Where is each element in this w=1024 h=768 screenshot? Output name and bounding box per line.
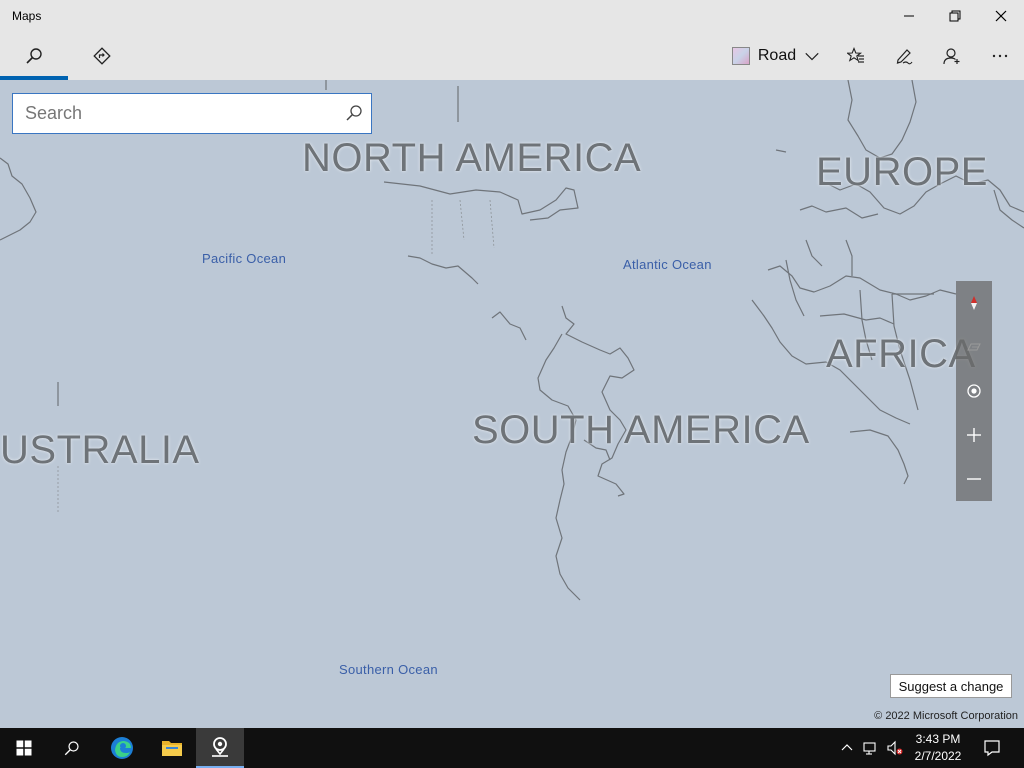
zoom-out-button[interactable] bbox=[956, 457, 992, 501]
favorites-icon bbox=[847, 47, 864, 63]
label-north-america: NORTH AMERICA bbox=[302, 136, 642, 180]
toolbar: Road bbox=[0, 34, 1024, 80]
volume-muted-icon bbox=[887, 740, 903, 756]
map-style-label: Road bbox=[757, 47, 797, 64]
taskbar-search-button[interactable] bbox=[48, 728, 96, 768]
label-south-america: SOUTH AMERICA bbox=[472, 408, 810, 452]
more-icon bbox=[992, 54, 1008, 58]
account-button[interactable] bbox=[928, 34, 976, 78]
ink-button[interactable] bbox=[880, 34, 928, 78]
copyright-text: © 2022 Microsoft Corporation bbox=[874, 710, 1018, 722]
label-pacific-ocean: Pacific Ocean bbox=[202, 251, 287, 266]
notifications-button[interactable] bbox=[976, 728, 1008, 768]
search-icon bbox=[64, 741, 79, 756]
maps-app-icon bbox=[212, 737, 228, 757]
more-button[interactable] bbox=[976, 34, 1024, 78]
chevron-down-icon bbox=[805, 52, 819, 61]
favorites-button[interactable] bbox=[832, 34, 880, 78]
location-icon bbox=[967, 384, 981, 398]
search-icon bbox=[26, 48, 42, 64]
app-title: Maps bbox=[12, 9, 42, 23]
show-hidden-icons-button[interactable] bbox=[838, 728, 856, 768]
folder-icon bbox=[162, 741, 182, 756]
restore-icon bbox=[949, 10, 961, 22]
minimize-icon bbox=[904, 15, 914, 17]
ink-pen-icon bbox=[896, 49, 913, 65]
search-box bbox=[12, 93, 372, 134]
search-icon[interactable] bbox=[345, 104, 363, 122]
taskbar-edge[interactable] bbox=[98, 728, 146, 768]
title-bar: Maps bbox=[0, 0, 1024, 34]
windows-logo-icon bbox=[16, 740, 32, 756]
label-europe: EUROPE bbox=[816, 150, 988, 194]
tab-directions[interactable] bbox=[78, 34, 126, 78]
map-controls bbox=[956, 281, 992, 501]
minimize-button[interactable] bbox=[886, 0, 932, 32]
network-tray-button[interactable] bbox=[860, 728, 882, 768]
plus-icon bbox=[967, 428, 981, 442]
edge-browser-icon bbox=[111, 737, 133, 759]
label-australia: USTRALIA bbox=[0, 428, 200, 472]
network-icon bbox=[863, 742, 876, 755]
map-style-dropdown[interactable]: Road bbox=[726, 34, 826, 78]
taskbar-maps[interactable] bbox=[196, 728, 244, 768]
minus-icon bbox=[967, 478, 981, 480]
taskbar-file-explorer[interactable] bbox=[148, 728, 196, 768]
maximize-button[interactable] bbox=[932, 0, 978, 32]
tab-search[interactable] bbox=[10, 34, 58, 78]
taskbar: 3:43 PM 2/7/2022 bbox=[0, 728, 1024, 768]
chevron-up-icon bbox=[841, 744, 853, 751]
directions-icon bbox=[93, 47, 111, 65]
taskbar-clock[interactable]: 3:43 PM 2/7/2022 bbox=[902, 731, 974, 765]
clock-time: 3:43 PM bbox=[915, 732, 961, 746]
compass-icon bbox=[971, 296, 977, 310]
notification-icon bbox=[984, 740, 1000, 757]
zoom-in-button[interactable] bbox=[956, 413, 992, 457]
suggest-change-button[interactable]: Suggest a change bbox=[890, 674, 1012, 698]
map-style-swatch bbox=[731, 47, 750, 65]
close-button[interactable] bbox=[978, 0, 1024, 32]
label-southern-ocean: Southern Ocean bbox=[339, 662, 438, 677]
map-canvas[interactable]: NORTH AMERICA EUROPE AFRICA SOUTH AMERIC… bbox=[0, 80, 1024, 728]
close-icon bbox=[995, 10, 1007, 22]
search-input[interactable] bbox=[13, 94, 333, 133]
label-atlantic-ocean: Atlantic Ocean bbox=[623, 257, 712, 272]
start-button[interactable] bbox=[0, 728, 48, 768]
account-icon bbox=[943, 48, 960, 65]
my-location-button[interactable] bbox=[956, 369, 992, 413]
compass-button[interactable] bbox=[956, 281, 992, 325]
tilt-icon bbox=[967, 343, 981, 351]
clock-date: 2/7/2022 bbox=[914, 749, 962, 763]
label-africa: AFRICA bbox=[826, 332, 976, 376]
tilt-button[interactable] bbox=[956, 325, 992, 369]
